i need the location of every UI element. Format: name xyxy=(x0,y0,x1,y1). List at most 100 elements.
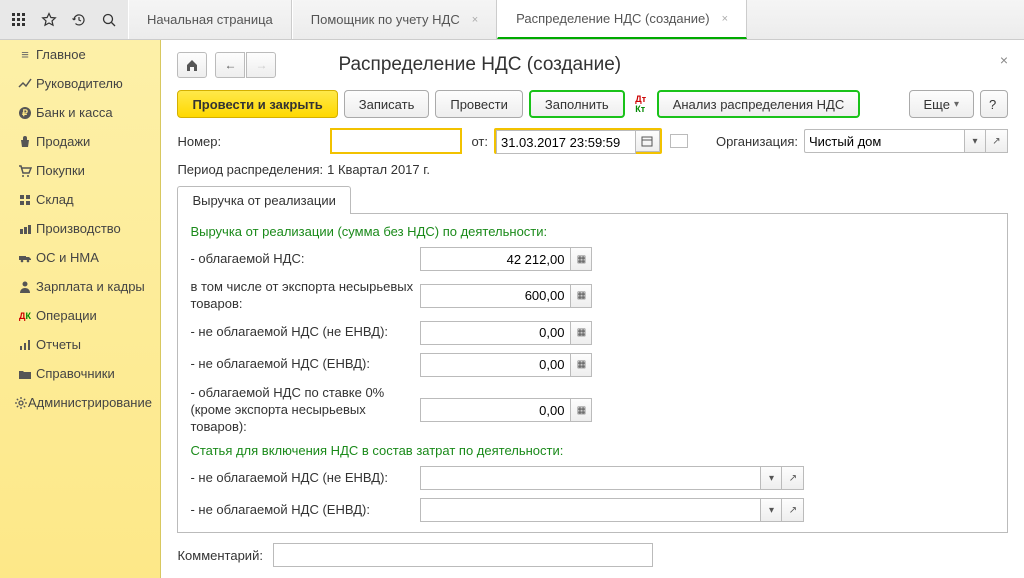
sidebar-item-label: Главное xyxy=(36,47,86,62)
section-header: Статья для включения НДС в состав затрат… xyxy=(190,443,995,458)
ruble-icon: ₽ xyxy=(14,106,36,120)
toolbar: Провести и закрыть Записать Провести Зап… xyxy=(177,90,1008,118)
search-icon[interactable] xyxy=(94,1,124,39)
org-input[interactable] xyxy=(804,129,964,153)
comment-label: Комментарий: xyxy=(177,548,273,563)
star-icon[interactable] xyxy=(34,1,64,39)
history-icon[interactable] xyxy=(64,1,94,39)
field-label: - не облагаемой НДС (не ЕНВД): xyxy=(190,324,420,341)
gear-icon xyxy=(14,396,28,410)
sidebar-item-admin[interactable]: Администрирование xyxy=(0,388,160,417)
cost-item-envd-input[interactable] xyxy=(420,498,760,522)
sidebar-item-label: Зарплата и кадры xyxy=(36,279,145,294)
post-button[interactable]: Провести xyxy=(435,90,523,118)
sidebar-item-label: Банк и касса xyxy=(36,105,113,120)
folder-icon xyxy=(14,367,36,381)
sidebar-item-operations[interactable]: ДКОперации xyxy=(0,301,160,330)
person-icon xyxy=(14,280,36,294)
menu-icon: ≡ xyxy=(14,47,36,62)
sidebar-item-label: Справочники xyxy=(36,366,115,381)
field-label: - облагаемой НДС: xyxy=(190,251,420,268)
svg-text:₽: ₽ xyxy=(22,108,28,118)
open-icon[interactable]: ↗ xyxy=(782,498,804,522)
forward-button[interactable]: → xyxy=(246,52,276,78)
apps-icon[interactable] xyxy=(4,1,34,39)
sidebar-item-main[interactable]: ≡Главное xyxy=(0,40,160,69)
comment-input[interactable] xyxy=(273,543,653,567)
dk-icon: ДК xyxy=(14,311,36,321)
cost-item-no-envd-input[interactable] xyxy=(420,466,760,490)
form-flag-icon[interactable] xyxy=(670,134,688,148)
sidebar-item-label: Покупки xyxy=(36,163,85,178)
dropdown-icon[interactable]: ▾ xyxy=(760,498,782,522)
nontax-no-envd-input[interactable] xyxy=(420,321,570,345)
number-input[interactable] xyxy=(331,129,461,153)
help-button[interactable]: ? xyxy=(980,90,1008,118)
sidebar-item-production[interactable]: Производство xyxy=(0,214,160,243)
number-label: Номер: xyxy=(177,134,231,149)
export-input[interactable] xyxy=(420,284,570,308)
tab-helper[interactable]: Помощник по учету НДС × xyxy=(292,0,497,39)
close-icon[interactable]: × xyxy=(472,14,478,26)
sidebar-item-label: Склад xyxy=(36,192,74,207)
sidebar-item-label: Отчеты xyxy=(36,337,81,352)
top-bar: Начальная страница Помощник по учету НДС… xyxy=(0,0,1024,40)
period-value: 1 Квартал 2017 г. xyxy=(327,162,430,177)
more-button[interactable]: Еще xyxy=(909,90,974,118)
dropdown-icon[interactable]: ▾ xyxy=(964,129,986,153)
tab-active[interactable]: Распределение НДС (создание)× xyxy=(497,0,747,39)
sidebar-item-label: ОС и НМА xyxy=(36,250,99,265)
sidebar-item-bank[interactable]: ₽ Банк и касса xyxy=(0,98,160,127)
back-button[interactable]: ← xyxy=(215,52,245,78)
tab-home[interactable]: Начальная страница xyxy=(128,0,292,39)
save-button[interactable]: Записать xyxy=(344,90,430,118)
field-label: - не облагаемой НДС (не ЕНВД): xyxy=(190,470,420,487)
sidebar-item-label: Продажи xyxy=(36,134,90,149)
content: × ← → Распределение НДС (создание) Прове… xyxy=(161,40,1024,578)
sidebar-item-label: Операции xyxy=(36,308,97,323)
date-input[interactable] xyxy=(496,130,636,154)
analysis-button[interactable]: Анализ распределения НДС xyxy=(657,90,861,118)
post-and-close-button[interactable]: Провести и закрыть xyxy=(177,90,337,118)
calc-icon[interactable]: ▦ xyxy=(570,247,592,271)
factory-icon xyxy=(14,222,36,236)
sidebar-item-purchases[interactable]: Покупки xyxy=(0,156,160,185)
open-icon[interactable]: ↗ xyxy=(782,466,804,490)
home-button[interactable] xyxy=(177,52,207,78)
close-form-icon[interactable]: × xyxy=(1000,52,1008,68)
calendar-icon[interactable] xyxy=(636,130,660,152)
calc-icon[interactable]: ▦ xyxy=(570,321,592,345)
open-icon[interactable]: ↗ xyxy=(986,129,1008,153)
sidebar-item-catalogs[interactable]: Справочники xyxy=(0,359,160,388)
boxes-icon xyxy=(14,193,36,207)
sidebar-item-assets[interactable]: ОС и НМА xyxy=(0,243,160,272)
dk-toolbar-icon[interactable]: ДтКт xyxy=(631,94,651,114)
sidebar-item-manager[interactable]: Руководителю xyxy=(0,69,160,98)
calc-icon[interactable]: ▦ xyxy=(570,284,592,308)
sidebar-item-salary[interactable]: Зарплата и кадры xyxy=(0,272,160,301)
nontax-envd-input[interactable] xyxy=(420,353,570,377)
chart-icon xyxy=(14,77,36,91)
page-title: Распределение НДС (создание) xyxy=(338,54,621,76)
vat-taxable-input[interactable] xyxy=(420,247,570,271)
sidebar-item-warehouse[interactable]: Склад xyxy=(0,185,160,214)
sidebar-item-reports[interactable]: Отчеты xyxy=(0,330,160,359)
field-label: - не облагаемой НДС (ЕНВД): xyxy=(190,502,420,519)
bars-icon xyxy=(14,338,36,352)
from-label: от: xyxy=(471,134,488,149)
bag-icon xyxy=(14,135,36,149)
sidebar-item-label: Администрирование xyxy=(28,395,152,410)
calc-icon[interactable]: ▦ xyxy=(570,353,592,377)
close-icon[interactable]: × xyxy=(722,13,728,25)
tab-revenue[interactable]: Выручка от реализации xyxy=(177,186,350,214)
tabs: Начальная страница Помощник по учету НДС… xyxy=(128,0,747,39)
dropdown-icon[interactable]: ▾ xyxy=(760,466,782,490)
sidebar-item-sales[interactable]: Продажи xyxy=(0,127,160,156)
tab-label: Начальная страница xyxy=(147,12,273,27)
calc-icon[interactable]: ▦ xyxy=(570,398,592,422)
cart-icon xyxy=(14,164,36,178)
fill-button[interactable]: Заполнить xyxy=(529,90,625,118)
tab-label: Помощник по учету НДС xyxy=(311,12,460,27)
field-label: в том числе от экспорта несырьевых товар… xyxy=(190,279,420,313)
zero-rate-input[interactable] xyxy=(420,398,570,422)
